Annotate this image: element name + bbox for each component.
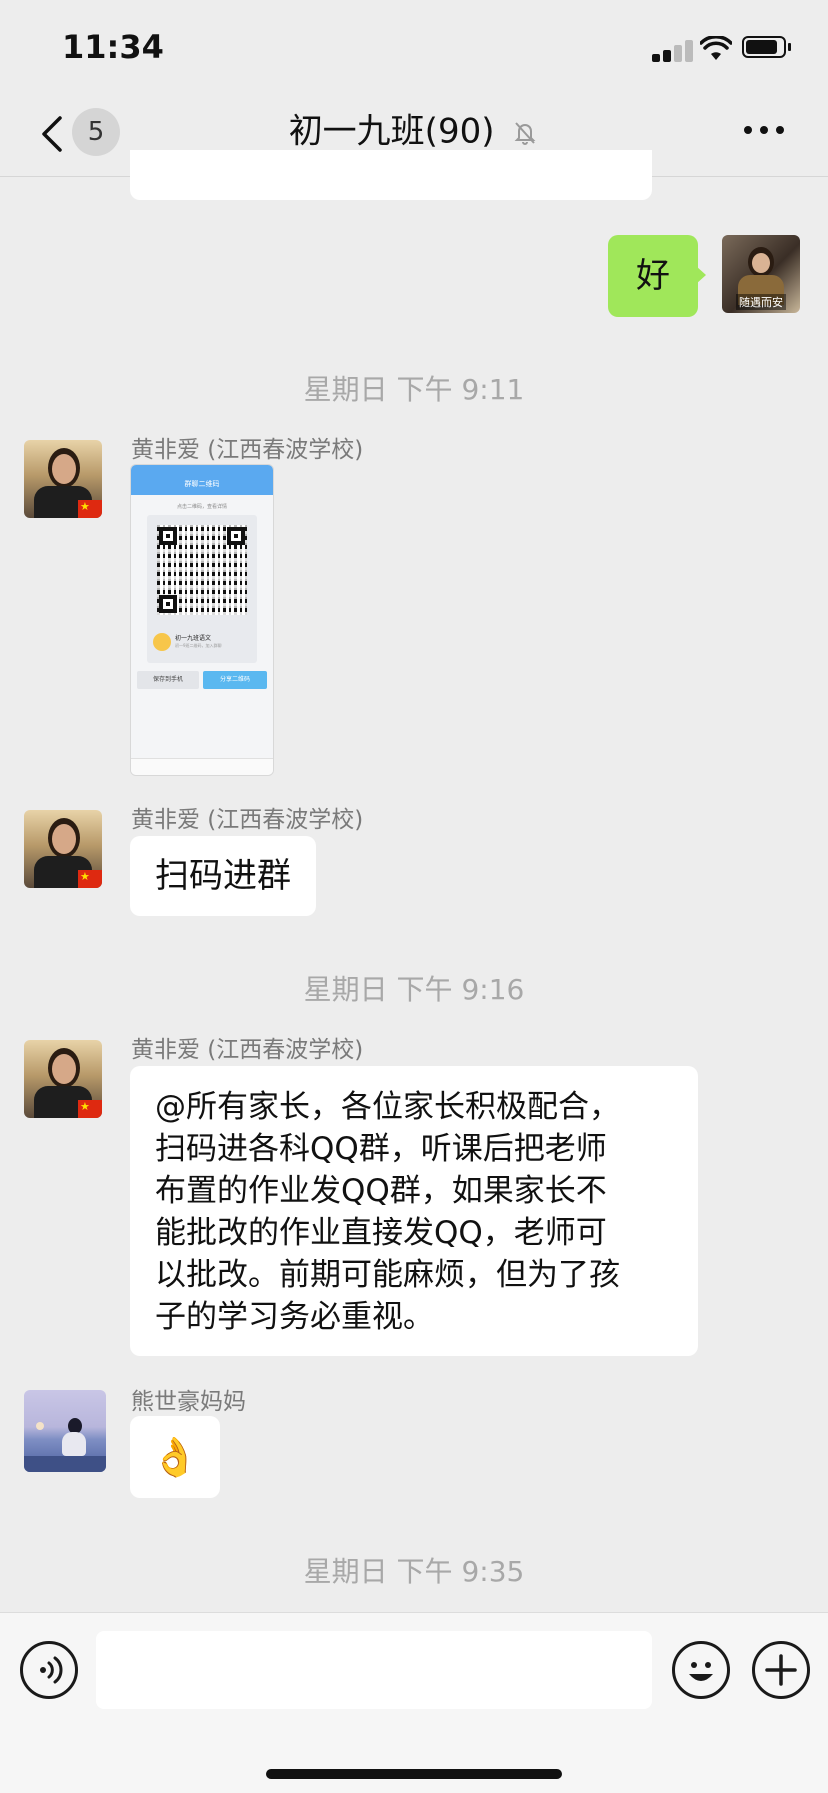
- message-line: @所有家长，各位家长积极配合，: [155, 1089, 620, 1125]
- qr-code: [157, 525, 247, 615]
- signal-icon: [652, 40, 693, 62]
- message-input[interactable]: [96, 1631, 652, 1709]
- sender-avatar[interactable]: ★: [24, 810, 102, 888]
- timestamp: 星期日 下午 9:11: [303, 373, 525, 406]
- my-message-text: 好: [636, 256, 670, 296]
- message-line: 扫码进各科QQ群，听课后把老师: [155, 1131, 607, 1167]
- plus-button[interactable]: [752, 1641, 810, 1699]
- sender-avatar[interactable]: [24, 1390, 106, 1472]
- china-flag-icon: ★: [78, 500, 102, 518]
- chat-title-text: 初一九班(90): [288, 111, 495, 152]
- sender-avatar[interactable]: ★: [24, 1040, 102, 1118]
- message-bubble[interactable]: 扫码进群: [130, 836, 316, 916]
- emoji-button[interactable]: [672, 1641, 730, 1699]
- qr-image-message[interactable]: 群聊二维码 点击二维码，查看详情 初一九班语文 初一9班二维码，加入群聊 保存到…: [130, 464, 274, 776]
- emoji-message-bubble[interactable]: 👌: [130, 1416, 220, 1498]
- plus-icon: [765, 1654, 797, 1686]
- qr-card: 初一九班语文 初一9班二维码，加入群聊: [147, 515, 257, 663]
- my-message-bubble[interactable]: 好: [608, 235, 698, 317]
- voice-icon: [40, 1656, 63, 1684]
- sender-avatar[interactable]: ★: [24, 440, 102, 518]
- china-flag-icon: ★: [78, 870, 102, 888]
- china-flag-icon: ★: [78, 1100, 102, 1118]
- message-line: 布置的作业发QQ群，如果家长不: [155, 1173, 607, 1209]
- status-bar: 11:34: [0, 0, 828, 100]
- timestamp: 星期日 下午 9:16: [303, 973, 525, 1006]
- status-time: 11:34: [62, 28, 164, 66]
- battery-icon: [742, 36, 792, 60]
- unread-badge[interactable]: 5: [72, 108, 120, 156]
- message-bubble[interactable]: @所有家长，各位家长积极配合， 扫码进各科QQ群，听课后把老师 布置的作业发QQ…: [130, 1066, 698, 1356]
- bubble-tail: [696, 266, 706, 284]
- wifi-icon: [700, 36, 732, 60]
- smiley-icon: [689, 1662, 713, 1681]
- qr-group-name: 初一九班语文: [175, 635, 212, 642]
- sender-name: 黄非爱 (江西春波学校): [131, 1037, 364, 1063]
- more-button[interactable]: [744, 126, 784, 138]
- home-indicator: [266, 1769, 562, 1779]
- sender-name: 熊世豪妈妈: [131, 1389, 246, 1415]
- qr-share-button: 分享二维码: [203, 671, 267, 689]
- ok-hand-icon: 👌: [151, 1435, 199, 1479]
- qr-save-button: 保存到手机: [137, 671, 199, 689]
- message-text: 扫码进群: [155, 856, 291, 896]
- qr-card-header: 群聊二维码: [184, 480, 220, 488]
- my-avatar[interactable]: 随遇而安: [722, 235, 800, 313]
- sender-name: 黄非爱 (江西春波学校): [131, 437, 364, 463]
- input-bar: [0, 1612, 828, 1793]
- bell-slash-icon: [514, 121, 536, 145]
- qr-card-hint: 点击二维码，查看详情: [176, 504, 227, 510]
- avatar-caption: 随遇而安: [736, 294, 786, 310]
- timestamp: 星期日 下午 9:35: [303, 1555, 525, 1588]
- message-bubble-partial[interactable]: [130, 150, 652, 200]
- voice-button[interactable]: [20, 1641, 78, 1699]
- message-line: 能批改的作业直接发QQ，老师可: [155, 1215, 607, 1251]
- back-button[interactable]: [38, 114, 68, 154]
- message-line: 以批改。前期可能麻烦，但为了孩: [155, 1257, 620, 1293]
- sender-name: 黄非爱 (江西春波学校): [131, 807, 364, 833]
- qr-group-sub: 初一9班二维码，加入群聊: [175, 643, 222, 648]
- message-line: 子的学习务必重视。: [155, 1299, 434, 1335]
